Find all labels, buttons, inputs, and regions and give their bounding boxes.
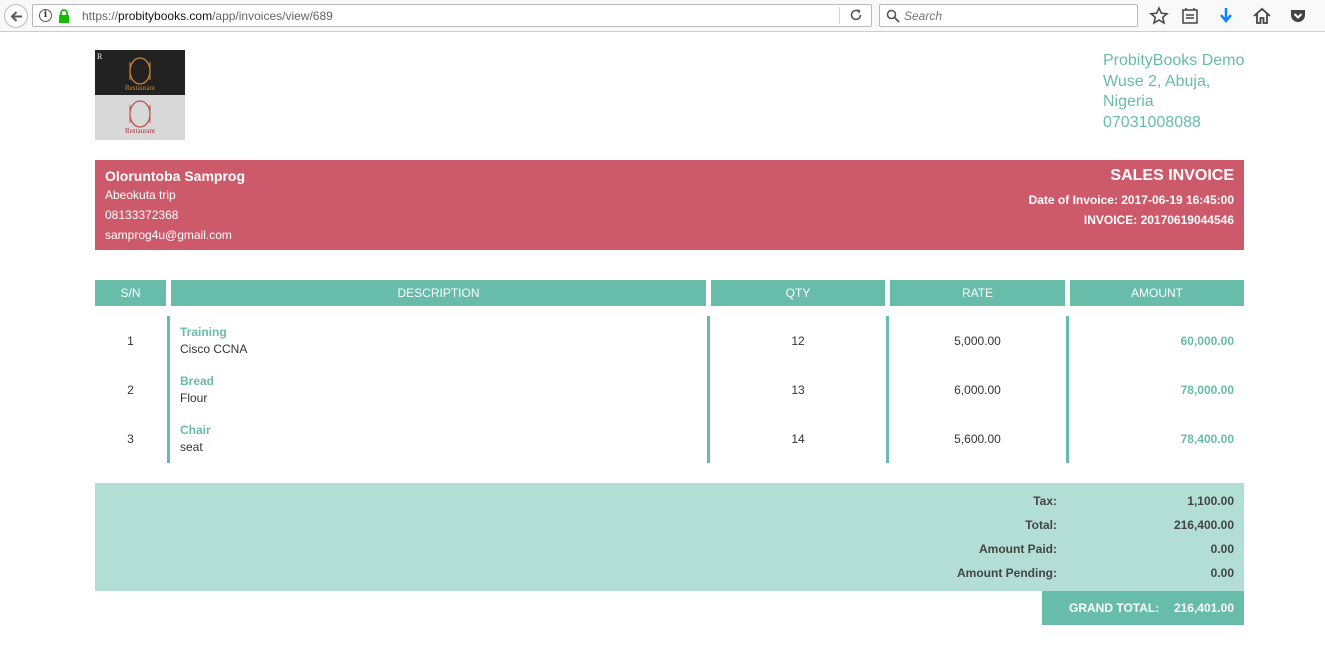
column-header-rate: RATE <box>890 280 1065 306</box>
url-bar[interactable]: i https://probitybooks.com/app/invoices/… <box>32 4 872 27</box>
company-info: ProbityBooks Demo Wuse 2, Abuja, Nigeria… <box>1103 51 1244 133</box>
amount-paid-value: 0.00 <box>1210 542 1234 556</box>
search-bar[interactable] <box>879 4 1138 27</box>
star-icon[interactable] <box>1149 6 1169 26</box>
row-amount: 78,400.00 <box>1180 432 1234 446</box>
lock-icon <box>59 9 69 23</box>
column-divider <box>167 316 170 463</box>
amount-pending-value: 0.00 <box>1210 566 1234 580</box>
grand-total-value: 216,401.00 <box>1173 601 1234 615</box>
tax-label: Tax: <box>1033 494 1057 508</box>
url-path: /app/invoices/view/689 <box>212 9 333 23</box>
invoice-date: Date of Invoice: 2017-06-19 16:45:00 <box>1028 193 1234 207</box>
item-title: Training <box>180 325 227 339</box>
total-value: 216,400.00 <box>1173 518 1234 532</box>
browser-toolbar: i https://probitybooks.com/app/invoices/… <box>0 0 1325 32</box>
total-label: Total: <box>1025 518 1057 532</box>
arrow-left-icon <box>10 11 22 22</box>
invoice-number: INVOICE: 20170619044546 <box>1083 213 1234 227</box>
logo-dark-panel: R Restaurant <box>95 50 185 95</box>
column-divider <box>1066 316 1069 463</box>
client-name: Oloruntoba Samprog <box>105 168 245 184</box>
company-logo: R Restaurant Restaurant <box>95 50 185 140</box>
reload-icon[interactable] <box>849 8 863 22</box>
item-title: Bread <box>180 374 215 388</box>
client-phone: 08133372368 <box>105 208 179 222</box>
svg-text:Restaurant: Restaurant <box>125 127 155 135</box>
invoice-title: SALES INVOICE <box>1110 167 1234 184</box>
grand-total-label: GRAND TOTAL: <box>1069 601 1160 615</box>
row-rate: 6,000.00 <box>954 383 1001 397</box>
item-description: seat <box>180 440 203 454</box>
row-amount: 60,000.00 <box>1180 334 1234 348</box>
row-sn: 1 <box>127 334 134 348</box>
info-icon[interactable]: i <box>39 9 52 22</box>
search-icon <box>886 9 900 23</box>
home-icon[interactable] <box>1252 6 1272 26</box>
column-divider <box>886 316 889 463</box>
column-header-amount: AMOUNT <box>1070 280 1244 306</box>
back-button[interactable] <box>4 4 28 28</box>
url-divider <box>839 7 840 24</box>
column-header-qty: QTY <box>711 280 885 306</box>
reading-list-icon[interactable] <box>1180 6 1200 26</box>
company-address-line2: Nigeria <box>1103 93 1154 110</box>
row-qty: 13 <box>791 383 805 397</box>
restaurant-logo-dark: R Restaurant <box>97 52 155 92</box>
download-icon[interactable] <box>1216 6 1236 26</box>
svg-text:R: R <box>97 52 103 61</box>
tax-value: 1,100.00 <box>1187 494 1234 508</box>
column-header-description: DESCRIPTION <box>171 280 706 306</box>
row-qty: 14 <box>791 432 805 446</box>
row-qty: 12 <box>791 334 805 348</box>
item-title: Chair <box>180 423 211 437</box>
search-input[interactable] <box>904 9 1124 23</box>
grand-total-box: GRAND TOTAL: 216,401.00 <box>1042 591 1244 625</box>
client-address: Abeokuta trip <box>105 188 176 202</box>
totals-panel: Tax: 1,100.00 Total: 216,400.00 Amount P… <box>95 483 1244 591</box>
invoice-header-bar: Oloruntoba Samprog Abeokuta trip 0813337… <box>95 160 1244 250</box>
item-description: Flour <box>180 391 208 405</box>
amount-paid-label: Amount Paid: <box>979 542 1057 556</box>
row-sn: 2 <box>127 383 134 397</box>
row-sn: 3 <box>127 432 134 446</box>
logo-light-panel: Restaurant <box>95 95 185 140</box>
amount-pending-label: Amount Pending: <box>957 566 1057 580</box>
item-description: Cisco CCNA <box>180 342 248 356</box>
company-address-line1: Wuse 2, Abuja, <box>1103 72 1211 90</box>
restaurant-logo-light: Restaurant <box>125 100 155 135</box>
column-header-sn: S/N <box>95 280 166 306</box>
url-host: probitybooks.com <box>118 9 213 23</box>
svg-text:Restaurant: Restaurant <box>125 84 155 92</box>
row-amount: 78,000.00 <box>1180 383 1234 397</box>
client-email: samprog4u@gmail.com <box>105 228 232 242</box>
pocket-icon[interactable] <box>1288 6 1308 26</box>
url-scheme: https:// <box>82 9 119 23</box>
row-rate: 5,600.00 <box>954 432 1001 446</box>
company-phone: 07031008088 <box>1103 113 1201 131</box>
row-rate: 5,000.00 <box>954 334 1001 348</box>
column-divider <box>707 316 710 463</box>
company-name: ProbityBooks Demo <box>1103 52 1245 69</box>
url-text: https://probitybooks.com/app/invoices/vi… <box>82 9 333 23</box>
